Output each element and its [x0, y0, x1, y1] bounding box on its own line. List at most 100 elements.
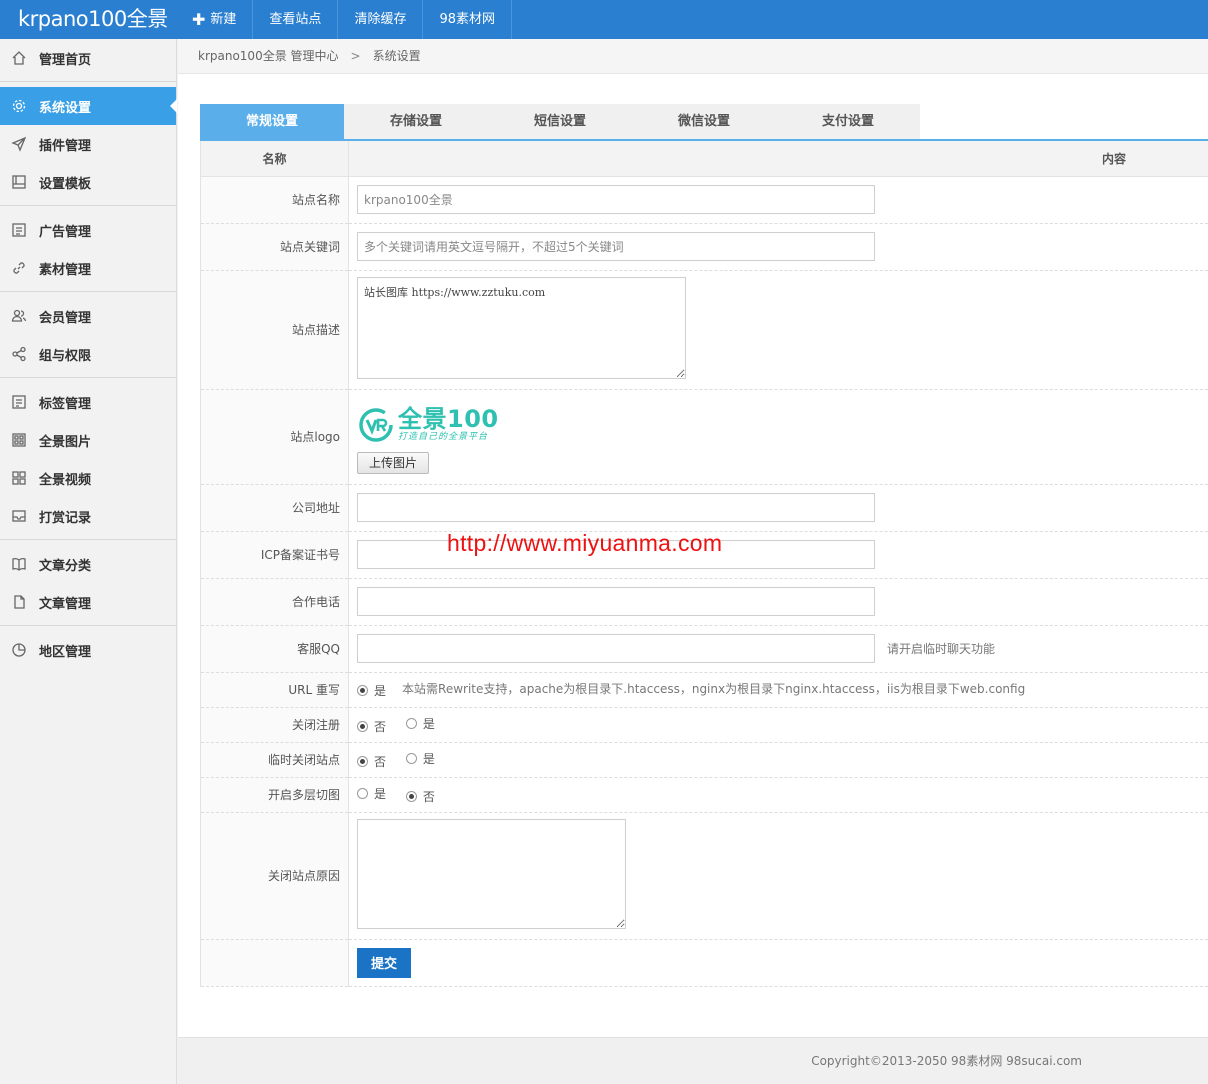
site-keywords-label: 站点关键词 — [200, 223, 349, 271]
pie-icon — [10, 641, 28, 659]
plus-icon: ✚ — [192, 9, 206, 29]
company-address-input[interactable] — [357, 493, 875, 522]
share-icon — [10, 345, 28, 363]
url-rewrite-hint: 本站需Rewrite支持，apache为根目录下.htaccess，nginx为… — [402, 682, 1026, 696]
breadcrumb-separator: > — [350, 49, 361, 63]
file-icon — [10, 593, 28, 611]
sidebar-item-home[interactable]: 管理首页 — [0, 39, 176, 77]
footer-copyright: Copyright©2013-2050 98素材网 98sucai.com — [811, 1054, 1082, 1068]
sidebar-item-label: 会员管理 — [39, 310, 92, 326]
sidebar-item-pano-images[interactable]: 全景图片 — [0, 421, 176, 459]
sidebar-item-rewards[interactable]: 打赏记录 — [0, 497, 176, 535]
sidebar-item-label: 系统设置 — [39, 100, 92, 116]
footer: Copyright©2013-2050 98素材网 98sucai.com — [178, 1037, 1208, 1084]
settings-tabs: 常规设置 存储设置 短信设置 微信设置 支付设置 — [200, 104, 920, 140]
site-name-label: 站点名称 — [200, 176, 349, 224]
sidebar-item-tags[interactable]: 标签管理 — [0, 383, 176, 421]
clear-cache-link[interactable]: 清除缓存 — [338, 0, 424, 39]
sidebar-item-groups[interactable]: 组与权限 — [0, 335, 176, 373]
close-register-label: 关闭注册 — [200, 707, 349, 743]
temp-close-yes-radio[interactable]: 是 — [405, 750, 435, 767]
site-name-input[interactable] — [357, 185, 875, 214]
sidebar-item-articles[interactable]: 文章管理 — [0, 583, 176, 621]
site-logo-label: 站点logo — [200, 389, 349, 485]
users-icon — [10, 307, 28, 325]
tag-icon — [10, 393, 28, 411]
sidebar-item-label: 设置模板 — [39, 176, 92, 192]
sidebar-item-label: 打赏记录 — [39, 510, 92, 526]
sidebar-item-label: 全景视频 — [39, 472, 92, 488]
qq-hint: 请开启临时聊天功能 — [887, 641, 996, 656]
temp-close-no-radio[interactable]: 否 — [357, 753, 386, 770]
site-keywords-input[interactable] — [357, 232, 875, 261]
sidebar-item-members[interactable]: 会员管理 — [0, 297, 176, 335]
site-desc-label: 站点描述 — [200, 270, 349, 390]
sidebar-item-templates[interactable]: 设置模板 — [0, 163, 176, 201]
sidebar-item-label: 全景图片 — [39, 434, 92, 450]
sidebar-item-label: 素材管理 — [39, 262, 92, 278]
multi-cut-no-radio[interactable]: 否 — [405, 788, 435, 805]
close-reason-label: 关闭站点原因 — [200, 812, 349, 940]
temp-close-label: 临时关闭站点 — [200, 742, 349, 778]
tab-general[interactable]: 常规设置 — [200, 104, 344, 140]
vr-logo-icon — [359, 407, 393, 442]
new-label: 新建 — [210, 12, 237, 27]
apps-icon — [10, 469, 28, 487]
logo-main-text: 全景100 — [398, 405, 499, 433]
send-icon — [10, 135, 28, 153]
top-nav: ✚ 新建 查看站点 清除缓存 98素材网 — [180, 0, 512, 39]
company-address-label: 公司地址 — [200, 484, 349, 532]
close-register-no-radio[interactable]: 否 — [357, 718, 386, 735]
sidebar-item-plugins[interactable]: 插件管理 — [0, 125, 176, 163]
site-logo-image: 全景100 打造自己的全景平台 — [357, 402, 1208, 448]
settings-form-table: 名称 内容 站点名称 站点关键词 站点描述 站长图库 https://www.z… — [200, 141, 1208, 987]
sidebar-item-materials[interactable]: 素材管理 — [0, 249, 176, 287]
breadcrumb-current: 系统设置 — [372, 49, 421, 63]
tab-payment[interactable]: 支付设置 — [776, 104, 920, 140]
qq-input[interactable] — [357, 634, 875, 663]
phone-input[interactable] — [357, 587, 875, 616]
sidebar-item-label: 组与权限 — [39, 348, 92, 364]
close-reason-textarea[interactable] — [357, 819, 626, 929]
sucai-link[interactable]: 98素材网 — [423, 0, 512, 39]
top-bar: krpano100全景 ✚ 新建 查看站点 清除缓存 98素材网 — [0, 0, 1208, 39]
sidebar-item-label: 文章分类 — [39, 558, 92, 574]
sidebar-item-ads[interactable]: 广告管理 — [0, 211, 176, 249]
sidebar-item-label: 文章管理 — [39, 596, 92, 612]
logo-sub-text: 打造自己的全景平台 — [398, 432, 489, 442]
column-header-content: 内容 — [348, 141, 1208, 177]
icp-label: ICP备案证书号 — [200, 531, 349, 579]
sidebar-item-label: 标签管理 — [39, 396, 92, 412]
sidebar-item-pano-videos[interactable]: 全景视频 — [0, 459, 176, 497]
link-icon — [10, 259, 28, 277]
sidebar-item-article-categories[interactable]: 文章分类 — [0, 545, 176, 583]
sidebar-item-label: 地区管理 — [39, 644, 92, 660]
new-button[interactable]: ✚ 新建 — [180, 0, 254, 39]
sidebar-item-label: 广告管理 — [39, 224, 92, 240]
gear-icon — [10, 97, 28, 115]
inbox-icon — [10, 507, 28, 525]
grid-icon — [10, 431, 28, 449]
view-site-link[interactable]: 查看站点 — [253, 0, 339, 39]
submit-button[interactable]: 提交 — [357, 947, 411, 978]
url-rewrite-label: URL 重写 — [200, 672, 349, 708]
upload-image-button[interactable]: 上传图片 — [357, 451, 430, 474]
sidebar-item-system-settings[interactable]: 系统设置 — [0, 87, 177, 125]
tab-wechat[interactable]: 微信设置 — [632, 104, 776, 140]
close-register-yes-radio[interactable]: 是 — [405, 715, 435, 732]
book-icon — [10, 555, 28, 573]
breadcrumb-home[interactable]: krpano100全景 管理中心 — [198, 49, 339, 63]
site-desc-textarea[interactable]: 站长图库 https://www.zztuku.com — [357, 277, 686, 379]
ad-icon — [10, 221, 28, 239]
tab-storage[interactable]: 存储设置 — [344, 104, 488, 140]
multi-cut-label: 开启多层切图 — [200, 777, 349, 813]
breadcrumb: krpano100全景 管理中心 > 系统设置 — [178, 39, 1208, 74]
home-icon — [10, 49, 28, 67]
qq-label: 客服QQ — [200, 625, 349, 673]
watermark-text: http://www.miyuanma.com — [447, 530, 723, 556]
sidebar-item-regions[interactable]: 地区管理 — [0, 631, 176, 669]
brand-title: krpano100全景 — [18, 7, 168, 31]
multi-cut-yes-radio[interactable]: 是 — [357, 785, 386, 802]
url-rewrite-yes-radio[interactable]: 是 — [357, 682, 386, 699]
tab-sms[interactable]: 短信设置 — [488, 104, 632, 140]
